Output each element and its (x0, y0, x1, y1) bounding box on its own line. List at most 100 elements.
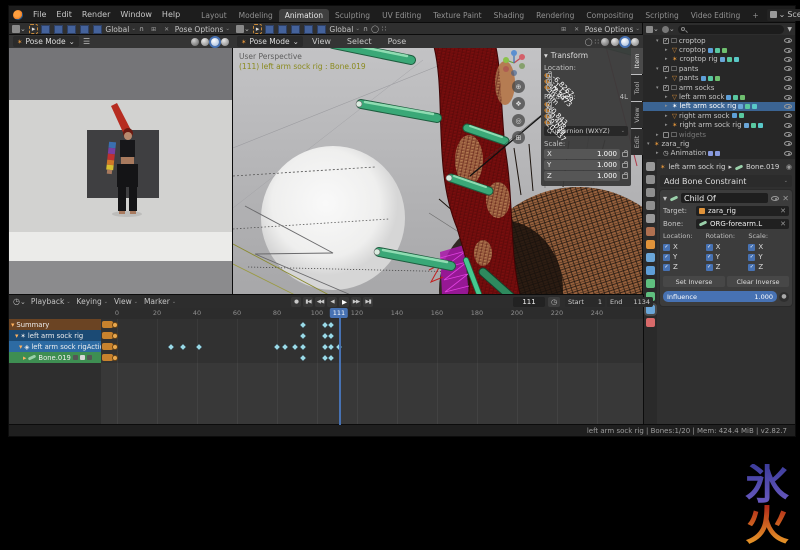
set-inverse-button[interactable]: Set Inverse (663, 276, 725, 287)
value-field[interactable]: X1.000 (544, 149, 620, 159)
zoom-icon[interactable]: ⊕ (512, 80, 525, 93)
properties-tab-texture[interactable] (646, 318, 655, 327)
solid-shading-button[interactable] (611, 38, 619, 46)
eye-icon[interactable] (784, 48, 792, 53)
menu-window[interactable]: Window (115, 9, 157, 20)
editor-type-icon[interactable]: ⌄ (236, 25, 250, 33)
disclosure-icon[interactable]: ▾ (19, 343, 22, 351)
jump-to-start-button[interactable]: ▮◀ (303, 297, 313, 307)
keyframe-frame0[interactable] (113, 334, 117, 338)
workspace-tab-sculpting[interactable]: Sculpting (329, 9, 376, 23)
eye-icon[interactable] (784, 57, 792, 62)
collection-checkbox[interactable]: ✓ (663, 66, 669, 72)
outliner-row-croptop[interactable]: ▾✓☐croptop (643, 36, 795, 45)
frame-end-field[interactable]: End1134 (607, 297, 653, 307)
eye-icon[interactable] (784, 85, 792, 90)
outliner-row-right-arm-sock[interactable]: ▸▽right arm sock (643, 111, 795, 120)
constraint-name-field[interactable]: Child Of (681, 193, 768, 203)
mode-selector[interactable]: ✶Pose Mode⌄ (13, 36, 79, 47)
mode-toggle-button[interactable] (265, 25, 274, 34)
wireframe-shading-button[interactable] (601, 38, 609, 46)
active-tool-cursor-icon[interactable]: ▸ (29, 24, 39, 34)
snap-magnet-icon[interactable]: ∩ (363, 25, 368, 33)
disclosure-icon[interactable]: ▸ (23, 354, 26, 362)
outliner-row-left-arm-sock-rig[interactable]: ▸✶left arm sock rig (643, 102, 795, 111)
wireframe-shading-button[interactable] (191, 38, 199, 46)
lock-icon[interactable] (87, 355, 92, 360)
mode-toggle-button[interactable] (41, 25, 50, 34)
keyframe-frame0[interactable] (113, 345, 117, 349)
breadcrumb-object[interactable]: left arm sock rig (668, 163, 725, 171)
workspace-tab-rendering[interactable]: Rendering (530, 9, 580, 23)
breadcrumb-bone[interactable]: Bone.019 (746, 163, 779, 171)
menu-file[interactable]: File (28, 9, 51, 20)
keying-set-button[interactable]: ⊞ (149, 24, 159, 34)
collection-checkbox[interactable]: ✓ (663, 38, 669, 44)
outliner-search-input[interactable] (678, 25, 785, 34)
editor-type-icon[interactable]: ⌄ (12, 25, 26, 33)
display-mode-dropdown[interactable]: ⌄ (662, 25, 675, 33)
scene-selector[interactable]: ⌄ Scene ⊞ ✕ (767, 9, 800, 21)
value-field[interactable]: Y1.000 (544, 160, 620, 170)
outliner-editor-icon[interactable]: ⌄ (646, 25, 659, 33)
solid-shading-button[interactable] (201, 38, 209, 46)
bone-field[interactable]: ORG-forearm.L✕ (696, 219, 789, 229)
mode-selector[interactable]: ✶Pose Mode⌄ (237, 36, 303, 47)
checkbox[interactable]: ✓ (748, 254, 755, 261)
disclosure-icon[interactable]: ▾ (656, 38, 661, 44)
orientation-dropdown[interactable]: Global⌄ (105, 25, 136, 34)
disclosure-icon[interactable]: ▾ (656, 85, 661, 91)
mode-toggle-button[interactable] (291, 25, 300, 34)
workspace-tab-layout[interactable]: Layout (195, 9, 233, 23)
clear-target-icon[interactable]: ✕ (780, 207, 786, 215)
lock-icon[interactable] (622, 152, 628, 157)
rendered-shading-button[interactable] (631, 38, 639, 46)
frame-start-field[interactable]: Start1 (565, 297, 605, 307)
constraint-visibility-icon[interactable] (771, 196, 779, 201)
channel-left-arm-sock-rigaction[interactable]: ▾◈left arm sock rigAction (9, 341, 101, 352)
disclosure-icon[interactable]: ▾ (11, 321, 14, 329)
current-frame-badge[interactable]: 111 (330, 308, 348, 318)
properties-tab-object[interactable] (646, 240, 655, 249)
channel-bone-019[interactable]: ▸Bone.019 (9, 352, 101, 363)
use-preview-range-icon[interactable]: ◷ (548, 297, 560, 307)
auto-key-button[interactable]: ● (291, 297, 301, 307)
menu-edit[interactable]: Edit (51, 9, 77, 20)
sidebar-tab-edit[interactable]: Edit (631, 129, 643, 155)
play-button[interactable]: ▶ (339, 297, 349, 307)
outliner-row-arm-socks[interactable]: ▾✓☐arm socks (643, 83, 795, 92)
snap-options-icon[interactable]: ∷ (382, 25, 386, 33)
clear-keying-button[interactable]: ✕ (572, 24, 582, 34)
blender-logo-icon[interactable] (13, 10, 23, 20)
disclosure-icon[interactable]: ▸ (665, 122, 670, 128)
lock-icon[interactable] (546, 120, 552, 125)
eye-icon[interactable] (784, 141, 792, 146)
workspace-tab-uv-editing[interactable]: UV Editing (376, 9, 427, 23)
workspace-tab-modeling[interactable]: Modeling (233, 9, 279, 23)
checkbox[interactable]: ✓ (663, 254, 670, 261)
outliner-row-zara-rig[interactable]: ▾✶zara_rig (643, 139, 795, 148)
outliner-row-croptop-rig[interactable]: ▸✶croptop rig (643, 55, 795, 64)
overlay-toggle-icon[interactable]: ∷ (595, 38, 599, 46)
properties-tab-scene[interactable] (646, 214, 655, 223)
mode-toggle-button[interactable] (80, 25, 89, 34)
current-frame-field[interactable]: 111 (513, 297, 545, 307)
checkbox[interactable]: ✓ (748, 244, 755, 251)
sidebar-tab-tool[interactable]: Tool (631, 75, 643, 101)
snap-magnet-icon[interactable]: ∩ (139, 25, 144, 33)
channel-left-arm-sock-rig[interactable]: ▾✶left arm sock rig (9, 330, 101, 341)
disclosure-icon[interactable]: ▸ (665, 103, 670, 109)
outliner-row-animation[interactable]: ▸◷Animation (643, 149, 795, 158)
outliner-row-croptop[interactable]: ▸▽croptop (643, 45, 795, 54)
workspace-tab-[interactable]: + (746, 9, 764, 23)
timeline-menu-marker[interactable]: Marker⌄ (144, 297, 176, 306)
disclosure-icon[interactable]: ▸ (665, 56, 670, 62)
influence-slider[interactable]: Influence 1.000 (663, 291, 777, 302)
mode-toggle-button[interactable] (93, 25, 102, 34)
properties-tab-output[interactable] (646, 188, 655, 197)
timeline-menu-view[interactable]: View⌄ (114, 297, 138, 306)
navigation-gizmo[interactable] (501, 50, 527, 76)
properties-tab-object-data[interactable] (646, 279, 655, 288)
outliner-row-pants[interactable]: ▾✓☐pants (643, 64, 795, 73)
target-field[interactable]: zara_rig✕ (696, 206, 789, 216)
